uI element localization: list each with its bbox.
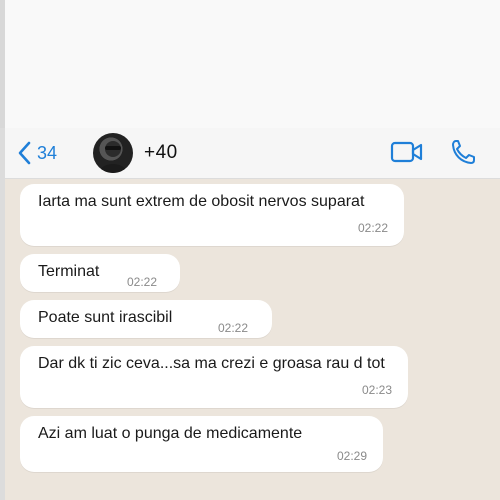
- unread-count: 34: [37, 142, 58, 163]
- message-time: 02:22: [127, 275, 158, 289]
- video-camera-icon[interactable]: [390, 140, 424, 169]
- message-text: Poate sunt irascibil: [38, 309, 173, 326]
- message-time: 02:22: [357, 221, 388, 235]
- chevron-left-icon: [17, 141, 31, 165]
- back-button[interactable]: 34: [17, 138, 57, 168]
- status-area: [0, 0, 500, 128]
- message-text: Iarta ma sunt extrem de obosit nervos su…: [38, 193, 365, 210]
- message-bubble[interactable]: Terminat 02:22: [20, 254, 180, 292]
- contact-name[interactable]: +40: [144, 142, 178, 164]
- message-bubble[interactable]: Dar dk ti zic ceva...sa ma crezi e groas…: [20, 346, 408, 408]
- message-text: Dar dk ti zic ceva...sa ma crezi e groas…: [38, 355, 385, 372]
- avatar[interactable]: [93, 133, 133, 173]
- phone-icon[interactable]: [450, 138, 476, 171]
- message-bubble[interactable]: Azi am luat o punga de medicamente 02:29: [20, 416, 383, 472]
- message-bubble[interactable]: Poate sunt irascibil 02:22: [20, 300, 272, 338]
- message-bubble[interactable]: Iarta ma sunt extrem de obosit nervos su…: [20, 184, 404, 246]
- chat-header: 34 +40: [5, 128, 500, 179]
- chat-area: Iarta ma sunt extrem de obosit nervos su…: [5, 179, 500, 500]
- message-text: Azi am luat o punga de medicamente: [38, 425, 303, 442]
- message-time: 02:22: [218, 321, 249, 335]
- redacted-number: [200, 142, 260, 156]
- message-time: 02:23: [361, 383, 392, 397]
- message-text: Terminat: [38, 263, 100, 280]
- message-time: 02:29: [336, 449, 367, 463]
